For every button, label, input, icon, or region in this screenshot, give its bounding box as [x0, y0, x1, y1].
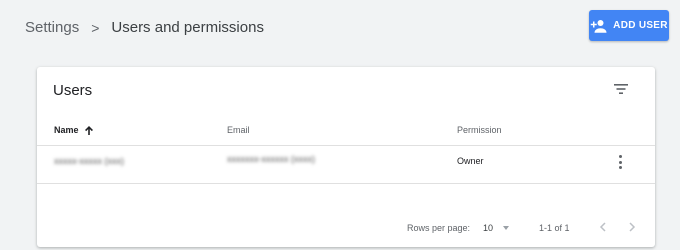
- column-header-name-label: Name: [54, 125, 79, 135]
- rows-per-page-value: 10: [483, 223, 494, 233]
- previous-page-button[interactable]: [596, 220, 608, 234]
- breadcrumb-separator: >: [91, 19, 100, 36]
- page-title: Users and permissions: [111, 19, 264, 36]
- next-page-button[interactable]: [626, 220, 638, 234]
- divider: [37, 145, 655, 146]
- page-header: Settings > Users and permissions ADD USE…: [0, 0, 680, 56]
- pagination-range: 1-1 of 1: [539, 223, 570, 233]
- column-header-name[interactable]: Name: [54, 125, 93, 135]
- more-vert-icon[interactable]: [615, 154, 625, 170]
- add-user-label: ADD USER: [613, 20, 668, 31]
- card-title: Users: [53, 82, 93, 99]
- column-header-email: Email: [227, 125, 250, 135]
- arrow-up-icon: [84, 125, 93, 135]
- user-name-redacted: xxxxx-xxxxx (xxx): [54, 156, 124, 166]
- users-card: Users Name Email Permission xxxxx-xxxxx …: [37, 67, 655, 247]
- add-user-button[interactable]: ADD USER: [589, 10, 669, 41]
- filter-list-icon: [614, 84, 628, 94]
- column-header-permission: Permission: [457, 125, 502, 135]
- chevron-left-icon: [599, 222, 606, 232]
- dropdown-caret-icon: [503, 226, 510, 230]
- user-email-redacted: xxxxxxx-xxxxxx (xxxx): [227, 154, 315, 164]
- breadcrumb: Settings > Users and permissions: [25, 19, 264, 36]
- user-permission: Owner: [457, 156, 484, 166]
- rows-per-page-label: Rows per page:: [407, 223, 471, 233]
- filter-button[interactable]: [611, 81, 631, 97]
- divider: [37, 183, 655, 184]
- person-add-icon: [590, 19, 607, 33]
- breadcrumb-settings-link[interactable]: Settings: [25, 19, 79, 36]
- chevron-right-icon: [628, 222, 635, 232]
- rows-per-page-select[interactable]: 10: [483, 221, 515, 235]
